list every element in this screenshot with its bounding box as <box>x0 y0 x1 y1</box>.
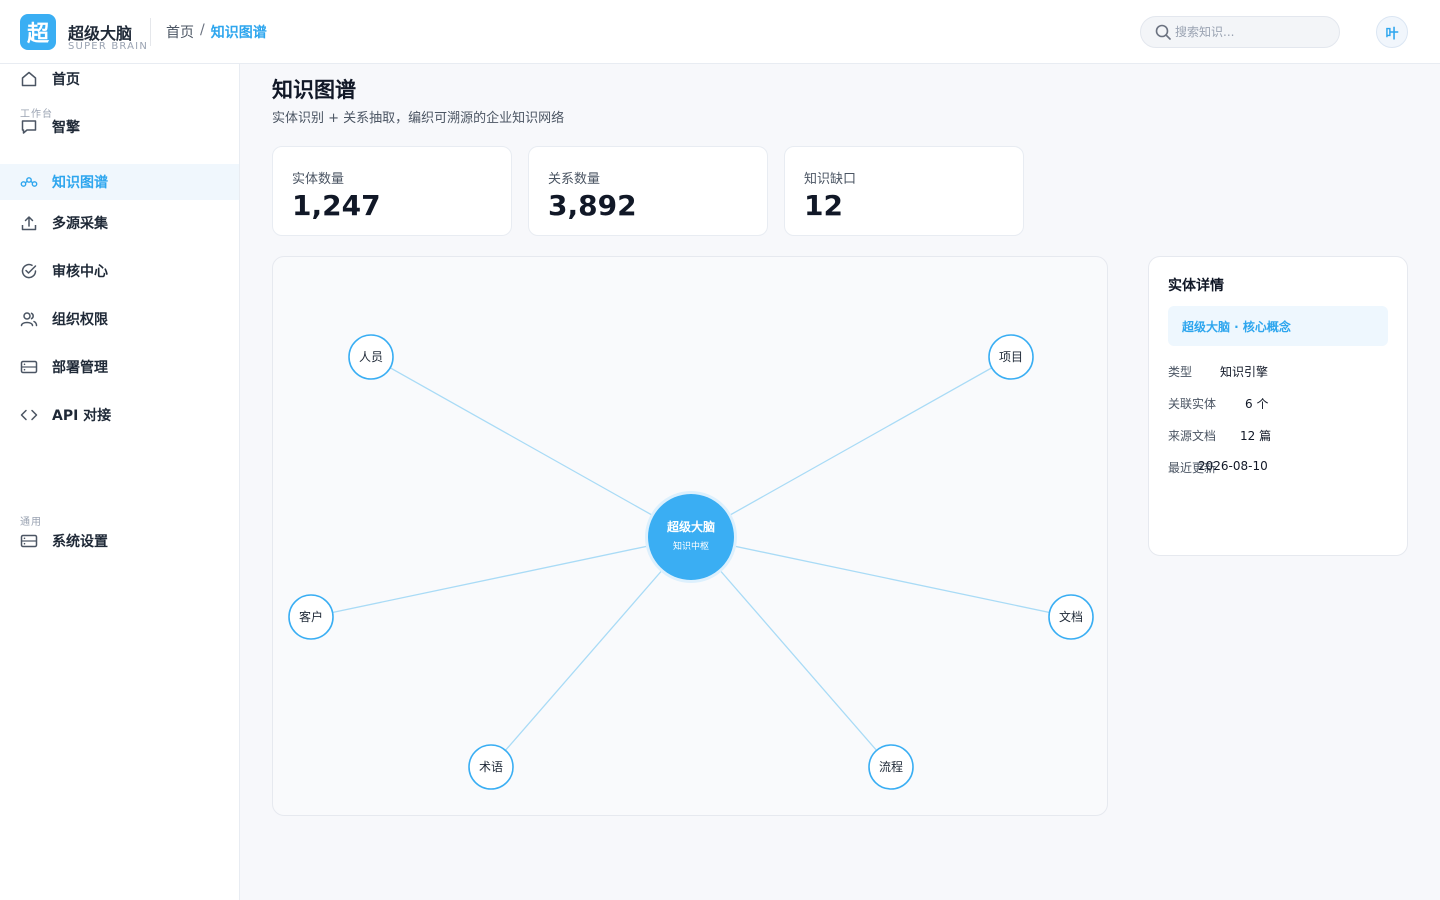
graph-edge <box>310 536 692 618</box>
graph-icon <box>20 177 38 187</box>
settings-panel-icon <box>20 534 38 548</box>
detail-key: 类型 <box>1168 365 1193 379</box>
top-bar: 超 超级大脑 SUPER BRAIN 首页 / 知识图谱 叶 <box>0 0 1440 64</box>
search-box[interactable] <box>1140 16 1340 48</box>
graph-node-document[interactable]: 文档 <box>1048 594 1094 640</box>
sidebar-item-label: 首页 <box>52 72 80 88</box>
graph-node-label: 客户 <box>299 609 323 624</box>
graph-node-term[interactable]: 术语 <box>468 744 514 790</box>
search-icon <box>1155 24 1171 40</box>
users-icon <box>20 312 38 327</box>
detail-row-related: 关联实体 6 个 <box>1168 395 1268 412</box>
sidebar-item-label: 知识图谱 <box>52 175 108 191</box>
detail-title: 实体详情 <box>1168 278 1224 294</box>
knowledge-graph-canvas[interactable]: 人员 项目 客户 文档 术语 流程 超级大脑 知识中枢 <box>272 256 1108 816</box>
graph-center-title: 超级大脑 <box>666 519 715 534</box>
graph-node-process[interactable]: 流程 <box>868 744 914 790</box>
graph-node-label: 流程 <box>879 759 903 774</box>
graph-center-subtitle: 知识中枢 <box>673 540 709 552</box>
sidebar-item-label: API 对接 <box>52 408 112 424</box>
sidebar-item-label: 部署管理 <box>52 360 108 376</box>
breadcrumb-separator: / <box>200 22 205 38</box>
detail-key: 来源文档 <box>1168 429 1217 443</box>
stat-value: 1,247 <box>292 189 381 222</box>
check-circle-icon <box>21 263 37 279</box>
stat-card-relations: 关系数量 3,892 <box>528 146 768 236</box>
sidebar-item-api[interactable]: API 对接 <box>0 397 239 433</box>
detail-row-sources: 来源文档 12 篇 <box>1168 427 1271 444</box>
detail-row-type: 类型 知识引擎 <box>1168 363 1268 380</box>
graph-node-customer[interactable]: 客户 <box>288 594 334 640</box>
detail-key: 关联实体 <box>1168 397 1217 411</box>
graph-node-label: 人员 <box>359 350 383 364</box>
graph-node-label: 项目 <box>999 350 1023 364</box>
chat-icon <box>21 120 37 134</box>
stat-value: 12 <box>804 189 843 222</box>
detail-row-updated: 最近更新 2026-08-10 <box>1168 459 1268 476</box>
detail-value: 6 个 <box>1245 397 1269 411</box>
sidebar: 首页 工作台 智擎 知识图谱 多源采集 审核中心 组织权限 部署管理 API 对… <box>0 64 240 900</box>
stat-card-entities: 实体数量 1,247 <box>272 146 512 236</box>
sidebar-item-label: 组织权限 <box>52 312 108 328</box>
upload-icon <box>21 216 37 231</box>
detail-highlight: 超级大脑 · 核心概念 <box>1168 306 1388 346</box>
stat-label: 实体数量 <box>292 172 345 187</box>
graph-edge <box>370 356 692 538</box>
graph-svg: 人员 项目 客户 文档 术语 流程 超级大脑 知识中枢 <box>288 334 1094 790</box>
code-icon <box>20 409 38 421</box>
sidebar-item-knowledge-graph[interactable]: 知识图谱 <box>0 164 239 200</box>
header-divider <box>150 18 151 46</box>
detail-value: 12 篇 <box>1240 429 1272 443</box>
sidebar-item-engine[interactable]: 智擎 <box>0 109 239 145</box>
sidebar-item-label: 系统设置 <box>52 534 108 550</box>
stat-value: 3,892 <box>548 189 637 222</box>
entity-detail-panel: 实体详情 超级大脑 · 核心概念 类型 知识引擎 关联实体 6 个 来源文档 1… <box>1148 256 1408 556</box>
sidebar-item-org[interactable]: 组织权限 <box>0 301 239 337</box>
breadcrumb-home[interactable]: 首页 <box>166 22 194 42</box>
sidebar-item-settings[interactable]: 系统设置 <box>0 523 239 559</box>
logo[interactable]: 超 <box>20 14 56 50</box>
detail-value: 知识引擎 <box>1220 365 1269 379</box>
page-subtitle: 实体识别 + 关系抽取，编织可溯源的企业知识网络 <box>272 111 565 126</box>
graph-node-people[interactable]: 人员 <box>348 334 394 380</box>
sidebar-item-label: 审核中心 <box>52 264 108 280</box>
user-avatar[interactable]: 叶 <box>1376 16 1408 48</box>
page-title: 知识图谱 <box>272 78 356 102</box>
graph-edge <box>690 356 1012 538</box>
stat-label: 关系数量 <box>548 172 601 187</box>
sidebar-item-collect[interactable]: 多源采集 <box>0 205 239 241</box>
breadcrumb-current: 知识图谱 <box>210 25 267 41</box>
sidebar-item-review[interactable]: 审核中心 <box>0 253 239 289</box>
stat-card-gaps: 知识缺口 12 <box>784 146 1024 236</box>
sidebar-item-label: 多源采集 <box>52 216 108 232</box>
graph-node-project[interactable]: 项目 <box>988 334 1034 380</box>
graph-node-label: 文档 <box>1059 609 1083 624</box>
graph-edge <box>690 536 1072 618</box>
server-icon <box>20 360 38 374</box>
breadcrumb: 首页 / 知识图谱 <box>166 22 267 42</box>
sidebar-item-home[interactable]: 首页 <box>0 61 239 97</box>
search-input[interactable] <box>1175 25 1325 39</box>
graph-center-node[interactable]: 超级大脑 知识中枢 <box>645 491 737 583</box>
stat-label: 知识缺口 <box>804 172 857 187</box>
home-icon <box>21 71 37 87</box>
brand-subtitle: SUPER BRAIN <box>68 41 149 52</box>
detail-value: 2026-08-10 <box>1198 459 1268 473</box>
sidebar-item-deploy[interactable]: 部署管理 <box>0 349 239 385</box>
graph-node-label: 术语 <box>479 760 503 774</box>
sidebar-item-label: 智擎 <box>52 120 80 136</box>
